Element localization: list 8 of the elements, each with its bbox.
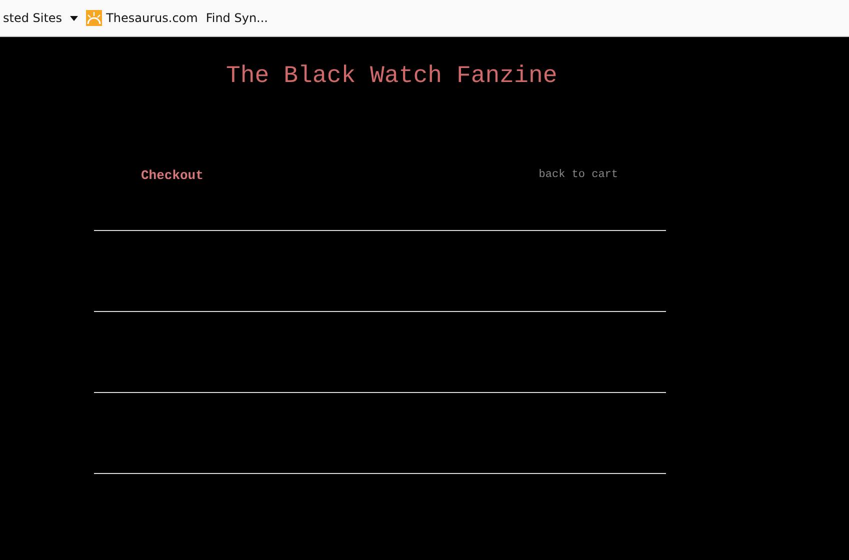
page-heading: Checkout <box>141 168 204 182</box>
caret-icon <box>70 16 78 20</box>
bookmark-item[interactable]: Find Syn... <box>202 11 271 25</box>
back-link[interactable]: back to cart <box>538 169 618 181</box>
bookmark-folder[interactable]: sted Sites <box>0 11 82 25</box>
sun-icon <box>86 10 102 26</box>
site-title: The Black Watch Fanzine <box>226 62 558 90</box>
bookmark-item[interactable]: Thesaurus.com <box>83 10 201 26</box>
